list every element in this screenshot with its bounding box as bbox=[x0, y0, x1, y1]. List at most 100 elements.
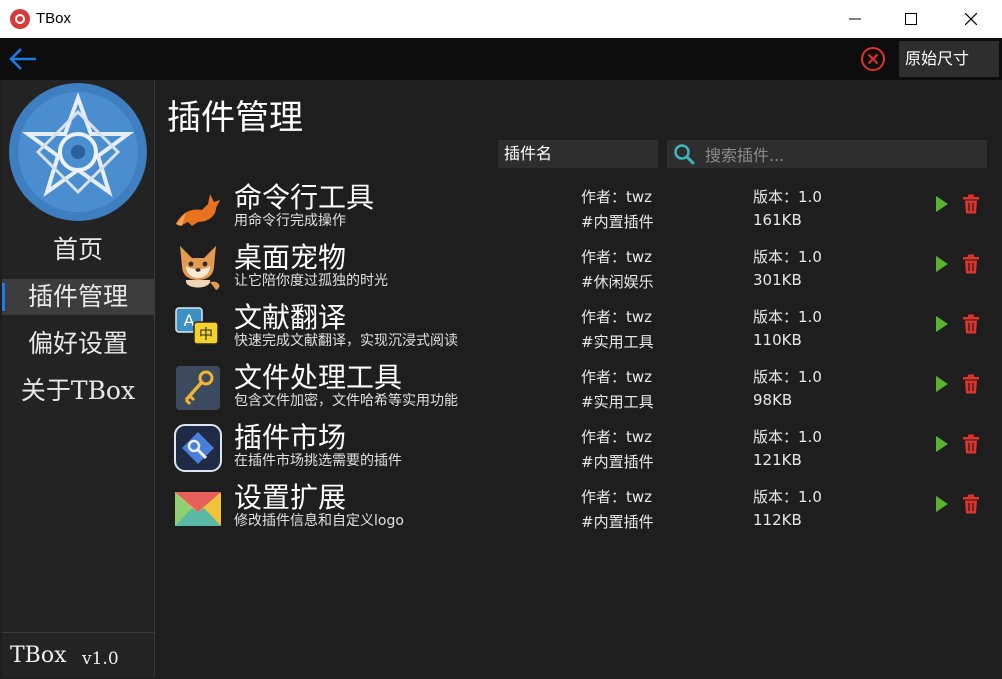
delete-icon[interactable] bbox=[962, 194, 980, 214]
delete-icon[interactable] bbox=[962, 494, 980, 514]
delete-icon[interactable] bbox=[962, 374, 980, 394]
author-value: twz bbox=[626, 368, 653, 386]
author-label: 作者： bbox=[581, 308, 627, 326]
minimize-button[interactable] bbox=[832, 0, 878, 38]
plugin-size: 110KB bbox=[753, 331, 802, 349]
plugin-tag: #休闲娱乐 bbox=[581, 273, 654, 291]
main-panel: 插件管理 插件名 命令行工具 用命令行完成操作 作者：twz #内置插件 版本：… bbox=[155, 80, 1002, 679]
sidebar-item-preferences[interactable]: 偏好设置 bbox=[2, 326, 154, 362]
plugin-desc: 让它陪你度过孤独的时光 bbox=[234, 273, 388, 289]
back-button[interactable] bbox=[6, 42, 40, 76]
version-value: 1.0 bbox=[798, 428, 822, 446]
maximize-button[interactable] bbox=[888, 0, 934, 38]
sidebar-item-about[interactable]: 关于TBox bbox=[2, 373, 154, 409]
plugin-version: 版本：1.0 bbox=[753, 426, 822, 447]
author-value: twz bbox=[626, 428, 653, 446]
plugin-row: 文件处理工具 包含文件加密，文件哈希等实用功能 作者：twz #实用工具 版本：… bbox=[155, 358, 1002, 418]
plugin-author: 作者：twz bbox=[581, 426, 652, 447]
delete-icon[interactable] bbox=[962, 434, 980, 454]
search-field-select[interactable]: 插件名 bbox=[498, 140, 658, 168]
search-input[interactable] bbox=[703, 140, 987, 170]
translate-icon: A 中 bbox=[175, 307, 219, 345]
plugin-tag: #内置插件 bbox=[581, 513, 654, 531]
plugin-author: 作者：twz bbox=[581, 306, 652, 327]
toolbar: 原始尺寸 bbox=[0, 38, 1002, 80]
play-icon[interactable] bbox=[934, 494, 950, 514]
version-value: 1.0 bbox=[798, 248, 822, 266]
plugin-size: 301KB bbox=[753, 271, 802, 289]
envelope-icon bbox=[175, 492, 221, 526]
key-icon bbox=[176, 366, 220, 410]
window-titlebar: TBox bbox=[0, 0, 1002, 38]
close-circle-button[interactable] bbox=[860, 46, 886, 72]
author-value: twz bbox=[626, 248, 653, 266]
delete-icon[interactable] bbox=[962, 254, 980, 274]
plugin-author: 作者：twz bbox=[581, 246, 652, 267]
page-title: 插件管理 bbox=[167, 98, 303, 138]
tbox-star-logo-icon bbox=[9, 83, 147, 221]
sidebar-item-plugin-manage[interactable]: 插件管理 bbox=[2, 279, 154, 315]
sidebar: 首页 插件管理 偏好设置 关于TBox TBox v1.0 bbox=[2, 80, 155, 677]
plugin-tag: #内置插件 bbox=[581, 453, 654, 471]
plugin-desc: 修改插件信息和自定义logo bbox=[234, 513, 404, 529]
version-value: 1.0 bbox=[798, 188, 822, 206]
svg-text:中: 中 bbox=[199, 327, 213, 343]
author-label: 作者： bbox=[581, 428, 627, 446]
play-icon[interactable] bbox=[934, 254, 950, 274]
plugin-author: 作者：twz bbox=[581, 366, 652, 387]
arrow-left-icon bbox=[9, 48, 36, 70]
close-window-button[interactable] bbox=[948, 0, 994, 38]
plugin-tag: #内置插件 bbox=[581, 213, 654, 231]
plugin-version: 版本：1.0 bbox=[753, 306, 822, 327]
app-name: TBox bbox=[10, 643, 67, 668]
plugin-desc: 用命令行完成操作 bbox=[234, 213, 346, 229]
delete-icon[interactable] bbox=[962, 314, 980, 334]
plugin-row: 设置扩展 修改插件信息和自定义logo 作者：twz #内置插件 版本：1.0 … bbox=[155, 478, 1002, 538]
plugin-version: 版本：1.0 bbox=[753, 366, 822, 387]
play-icon[interactable] bbox=[934, 314, 950, 334]
plugin-size: 121KB bbox=[753, 451, 802, 469]
search-box bbox=[667, 140, 987, 170]
author-value: twz bbox=[626, 488, 653, 506]
app-logo-icon bbox=[10, 9, 30, 29]
plugin-author: 作者：twz bbox=[581, 186, 652, 207]
author-value: twz bbox=[626, 308, 653, 326]
search-icon bbox=[674, 144, 695, 165]
author-label: 作者： bbox=[581, 248, 627, 266]
version-value: 1.0 bbox=[798, 308, 822, 326]
version-label: 版本： bbox=[753, 248, 799, 266]
version-label: 版本： bbox=[753, 368, 799, 386]
plugin-tag: #实用工具 bbox=[581, 333, 654, 351]
plugin-row: 插件市场 在插件市场挑选需要的插件 作者：twz #内置插件 版本：1.0 12… bbox=[155, 418, 1002, 478]
fox-icon bbox=[176, 194, 220, 226]
market-icon bbox=[174, 424, 222, 472]
plugin-size: 161KB bbox=[753, 211, 802, 229]
plugin-version: 版本：1.0 bbox=[753, 186, 822, 207]
play-icon[interactable] bbox=[934, 434, 950, 454]
sidebar-item-home[interactable]: 首页 bbox=[2, 232, 154, 268]
version-value: 1.0 bbox=[798, 368, 822, 386]
plugin-size: 112KB bbox=[753, 511, 802, 529]
window-title: TBox bbox=[36, 10, 72, 27]
pet-fox-icon bbox=[180, 246, 220, 290]
version-label: 版本： bbox=[753, 488, 799, 506]
version-label: 版本： bbox=[753, 428, 799, 446]
author-value: twz bbox=[626, 188, 653, 206]
close-circle-icon bbox=[861, 47, 885, 71]
plugin-row: A 中 文献翻译 快速完成文献翻译，实现沉浸式阅读 作者：twz #实用工具 版… bbox=[155, 298, 1002, 358]
plugin-desc: 快速完成文献翻译，实现沉浸式阅读 bbox=[234, 333, 458, 349]
plugin-desc: 包含文件加密，文件哈希等实用功能 bbox=[234, 393, 458, 409]
play-icon[interactable] bbox=[934, 194, 950, 214]
plugin-version: 版本：1.0 bbox=[753, 486, 822, 507]
author-label: 作者： bbox=[581, 488, 627, 506]
plugin-row: 命令行工具 用命令行完成操作 作者：twz #内置插件 版本：1.0 161KB bbox=[155, 178, 1002, 238]
svg-text:A: A bbox=[184, 311, 195, 330]
original-size-button[interactable]: 原始尺寸 bbox=[899, 41, 999, 77]
plugin-author: 作者：twz bbox=[581, 486, 652, 507]
plugin-row: 桌面宠物 让它陪你度过孤独的时光 作者：twz #休闲娱乐 版本：1.0 301… bbox=[155, 238, 1002, 298]
plugin-desc: 在插件市场挑选需要的插件 bbox=[234, 453, 402, 469]
sidebar-footer: TBox v1.0 bbox=[2, 632, 154, 677]
plugin-size: 98KB bbox=[753, 391, 793, 409]
play-icon[interactable] bbox=[934, 374, 950, 394]
version-value: 1.0 bbox=[798, 488, 822, 506]
